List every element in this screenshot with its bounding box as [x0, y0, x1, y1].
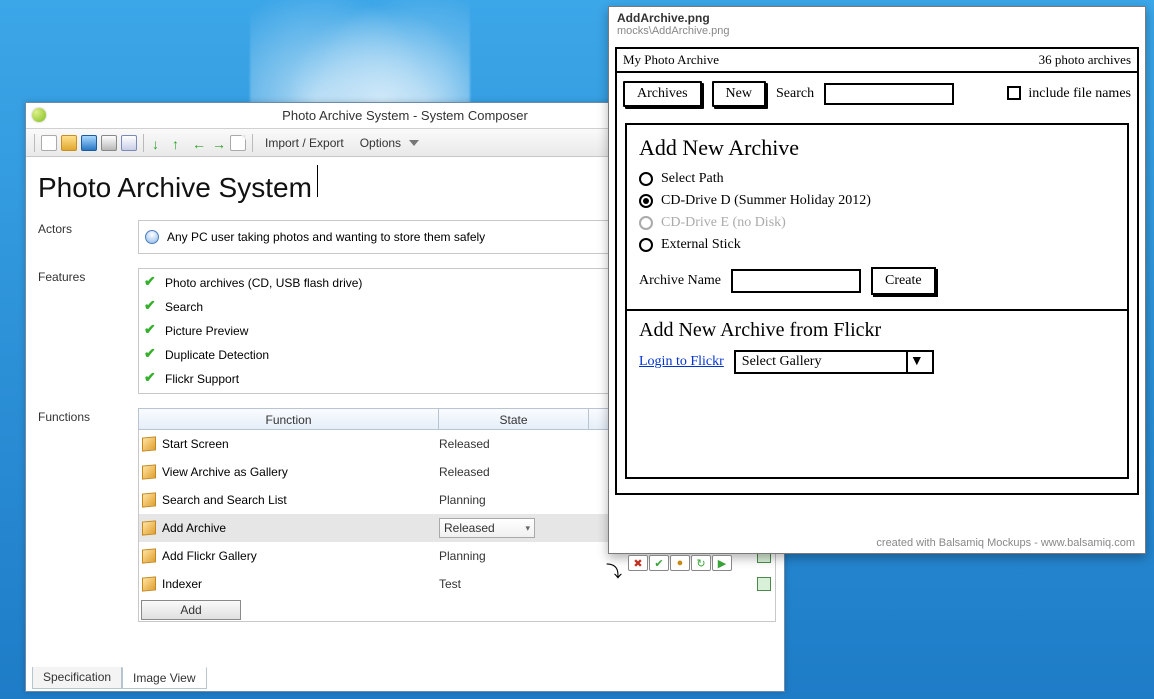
arrow-down-icon[interactable]: [150, 135, 166, 151]
radio-external-stick[interactable]: External Stick: [639, 237, 1115, 253]
app-icon: [32, 108, 46, 122]
cube-icon: [142, 576, 156, 591]
archive-title: My Photo Archive: [623, 52, 719, 68]
radio-select-path[interactable]: Select Path: [639, 171, 1115, 187]
chevron-down-icon: ▾: [525, 523, 530, 534]
user-icon: [145, 230, 159, 244]
new-icon[interactable]: [41, 135, 57, 151]
arrow-left-icon[interactable]: [190, 135, 206, 151]
tab-specification[interactable]: Specification: [32, 667, 122, 689]
row-action-chips: ✖ ✔ ● ↻ ▶: [628, 555, 732, 571]
row-refresh-icon[interactable]: ↻: [691, 555, 711, 571]
login-flickr-link[interactable]: Login to Flickr: [639, 354, 724, 370]
radio-icon: [639, 238, 653, 252]
divider: [627, 309, 1127, 311]
mock-toolbar: Archives New Search include file names: [617, 73, 1137, 115]
cube-icon: [142, 464, 156, 479]
archives-button[interactable]: Archives: [623, 81, 702, 107]
open-folder-icon[interactable]: [61, 135, 77, 151]
label-archive-name: Archive Name: [639, 273, 721, 289]
paste-icon[interactable]: [121, 135, 137, 151]
radio-icon-disabled: [639, 216, 653, 230]
checkbox-icon: [1007, 86, 1021, 100]
mock-window-path: mocks\AddArchive.png: [609, 25, 1145, 41]
cube-icon: [142, 548, 156, 563]
tab-image-view[interactable]: Image View: [122, 667, 206, 689]
link-icon[interactable]: [757, 577, 771, 591]
page-title[interactable]: Photo Archive System: [38, 170, 316, 206]
arrow-up-icon[interactable]: [170, 135, 186, 151]
cube-icon: [142, 520, 156, 535]
section-heading-flickr: Add New Archive from Flickr: [639, 319, 1115, 342]
mock-canvas: My Photo Archive 36 photo archives Archi…: [615, 47, 1139, 495]
cube-icon: [142, 492, 156, 507]
arrow-right-icon[interactable]: [210, 135, 226, 151]
cube-icon: [142, 436, 156, 451]
section-heading-add-archive: Add New Archive: [639, 135, 1115, 161]
col-state[interactable]: State: [439, 409, 589, 429]
mock-footer: created with Balsamiq Mockups - www.bals…: [876, 537, 1135, 549]
include-filenames-option[interactable]: include file names: [1007, 86, 1131, 102]
label-functions: Functions: [38, 408, 138, 622]
radio-icon-selected: [639, 194, 653, 208]
col-function[interactable]: Function: [139, 409, 439, 429]
mockup-window: AddArchive.png mocks\AddArchive.png My P…: [608, 6, 1146, 554]
radio-cd-e-disabled: CD-Drive E (no Disk): [639, 215, 1115, 231]
row-delete-icon[interactable]: ✖: [628, 555, 648, 571]
check-icon: [145, 372, 159, 386]
search-input[interactable]: [824, 83, 954, 105]
new-button[interactable]: New: [712, 81, 766, 107]
add-button[interactable]: Add: [141, 600, 241, 620]
mock-titlebar: My Photo Archive 36 photo archives: [617, 49, 1137, 73]
check-icon: [145, 276, 159, 290]
menu-options[interactable]: Options: [354, 134, 407, 152]
select-gallery-dropdown[interactable]: Select Gallery ▼: [734, 350, 934, 374]
radio-icon: [639, 172, 653, 186]
row-confirm-icon[interactable]: ✔: [649, 555, 669, 571]
text-caret: [317, 165, 318, 197]
label-actors: Actors: [38, 220, 138, 254]
mock-body: Add New Archive Select Path CD-Drive D (…: [625, 123, 1129, 479]
create-button[interactable]: Create: [871, 267, 936, 295]
menu-import-export[interactable]: Import / Export: [259, 134, 350, 152]
row-run-icon[interactable]: ▶: [712, 555, 732, 571]
radio-cd-d[interactable]: CD-Drive D (Summer Holiday 2012): [639, 193, 1115, 209]
check-icon: [145, 324, 159, 338]
window-title: Photo Archive System - System Composer: [282, 108, 528, 123]
table-add-row: Add: [138, 598, 776, 622]
bottom-tabs: Specification Image View: [32, 667, 207, 689]
chevron-down-icon: ▼: [906, 352, 926, 372]
search-label: Search: [776, 86, 814, 102]
mouse-cursor-icon: ⤵: [606, 558, 622, 582]
mock-window-title: AddArchive.png: [609, 7, 1145, 25]
copy-icon[interactable]: [101, 135, 117, 151]
actors-text: Any PC user taking photos and wanting to…: [167, 230, 485, 244]
label-features: Features: [38, 268, 138, 394]
options-dropdown-icon[interactable]: [409, 140, 419, 146]
archive-count: 36 photo archives: [1039, 52, 1131, 68]
row-warn-icon[interactable]: ●: [670, 555, 690, 571]
save-icon[interactable]: [81, 135, 97, 151]
archive-name-input[interactable]: [731, 269, 861, 293]
state-dropdown[interactable]: Released ▾: [439, 518, 535, 538]
check-icon: [145, 300, 159, 314]
check-icon: [145, 348, 159, 362]
table-row[interactable]: Indexer Test: [138, 570, 776, 598]
document-icon[interactable]: [230, 135, 246, 151]
